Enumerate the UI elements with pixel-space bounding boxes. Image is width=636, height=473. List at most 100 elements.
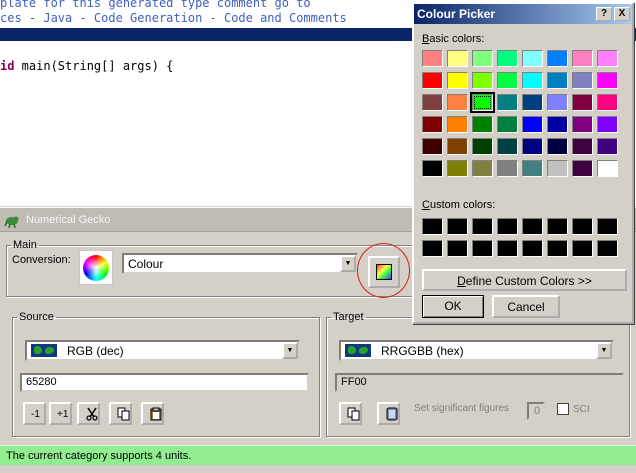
conversion-select[interactable]: Colour ▼ xyxy=(122,253,358,274)
colour-swatch[interactable] xyxy=(472,160,493,177)
colour-swatch[interactable] xyxy=(547,240,568,257)
colour-swatch[interactable] xyxy=(470,92,495,113)
colour-swatch[interactable] xyxy=(547,116,568,133)
help-button[interactable]: ? xyxy=(596,7,612,21)
colour-swatch[interactable] xyxy=(497,94,518,111)
colour-swatch[interactable] xyxy=(522,160,543,177)
colour-swatch[interactable] xyxy=(597,116,618,133)
colour-swatch[interactable] xyxy=(572,160,593,177)
target-value-output: FF00 xyxy=(335,373,624,392)
code-line: id main(String[] args) { xyxy=(0,59,173,73)
source-unit-select[interactable]: RGB (dec) ▼ xyxy=(25,340,300,361)
decrement-button[interactable]: -1 xyxy=(23,402,46,425)
colour-swatch[interactable] xyxy=(447,116,468,133)
target-unit-select[interactable]: RRGGBB (hex) ▼ xyxy=(339,340,614,361)
colour-swatch[interactable] xyxy=(547,50,568,67)
basic-colors-grid xyxy=(422,50,622,182)
status-bar: The current category supports 4 units. xyxy=(0,445,636,465)
colour-swatch[interactable] xyxy=(422,94,443,111)
colour-swatch[interactable] xyxy=(597,240,618,257)
cancel-button[interactable]: Cancel xyxy=(492,295,560,318)
colour-swatch[interactable] xyxy=(497,138,518,155)
colour-swatch[interactable] xyxy=(572,240,593,257)
world-map-icon xyxy=(345,344,371,357)
ok-button[interactable]: OK xyxy=(422,295,484,318)
colour-swatch[interactable] xyxy=(472,138,493,155)
colour-swatch[interactable] xyxy=(522,116,543,133)
custom-colors-grid xyxy=(422,218,622,262)
chevron-down-icon[interactable]: ▼ xyxy=(596,342,612,359)
colour-swatch[interactable] xyxy=(472,240,493,257)
scissors-icon xyxy=(86,407,98,421)
define-custom-colors-button[interactable]: Define Custom Colors >> xyxy=(422,269,627,291)
source-value-input[interactable]: 65280 xyxy=(20,373,309,392)
code-comment-line: plate for this generated type comment go… xyxy=(0,0,311,10)
colour-swatch[interactable] xyxy=(522,72,543,89)
chevron-down-icon[interactable]: ▼ xyxy=(282,342,298,359)
colour-swatch[interactable] xyxy=(472,116,493,133)
colour-swatch[interactable] xyxy=(472,50,493,67)
colour-swatch[interactable] xyxy=(447,94,468,111)
colour-swatch[interactable] xyxy=(522,218,543,235)
colour-swatch[interactable] xyxy=(547,72,568,89)
colour-swatch[interactable] xyxy=(447,138,468,155)
source-legend: Source xyxy=(19,311,54,323)
colour-swatch[interactable] xyxy=(572,116,593,133)
paste-button[interactable] xyxy=(141,402,164,425)
significant-figures-input[interactable]: 0 xyxy=(527,402,545,420)
colour-swatch[interactable] xyxy=(472,72,493,89)
colour-swatch[interactable] xyxy=(522,94,543,111)
close-button[interactable]: X xyxy=(614,7,630,21)
colour-swatch[interactable] xyxy=(497,50,518,67)
increment-button[interactable]: +1 xyxy=(49,402,72,425)
colour-swatch[interactable] xyxy=(497,72,518,89)
colour-swatch[interactable] xyxy=(497,160,518,177)
colour-swatch[interactable] xyxy=(547,218,568,235)
colour-swatch[interactable] xyxy=(522,138,543,155)
target-copy-button[interactable] xyxy=(339,402,362,425)
colour-swatch[interactable] xyxy=(497,218,518,235)
conversion-label: Conversion: xyxy=(12,254,71,266)
colour-swatch[interactable] xyxy=(597,72,618,89)
colour-swatch[interactable] xyxy=(447,218,468,235)
dialog-title-bar[interactable]: Colour Picker ? X xyxy=(414,4,632,24)
code-text: main(String[] args) { xyxy=(14,59,174,73)
format-icon xyxy=(386,407,398,421)
colour-swatch[interactable] xyxy=(497,240,518,257)
colour-swatch[interactable] xyxy=(422,116,443,133)
colour-swatch[interactable] xyxy=(572,138,593,155)
colour-swatch[interactable] xyxy=(447,160,468,177)
colour-swatch[interactable] xyxy=(447,240,468,257)
colour-swatch[interactable] xyxy=(597,218,618,235)
colour-swatch[interactable] xyxy=(597,160,618,177)
chevron-down-icon[interactable]: ▼ xyxy=(340,255,356,272)
colour-swatch[interactable] xyxy=(522,240,543,257)
colour-swatch[interactable] xyxy=(572,218,593,235)
colour-swatch[interactable] xyxy=(422,138,443,155)
sci-checkbox[interactable] xyxy=(557,403,569,415)
colour-swatch[interactable] xyxy=(422,240,443,257)
colour-swatch[interactable] xyxy=(422,72,443,89)
colour-swatch[interactable] xyxy=(572,72,593,89)
colour-swatch[interactable] xyxy=(422,160,443,177)
colour-swatch[interactable] xyxy=(422,218,443,235)
open-colour-picker-button[interactable] xyxy=(368,256,400,288)
colour-swatch[interactable] xyxy=(547,94,568,111)
target-format-button[interactable] xyxy=(377,402,400,425)
colour-swatch[interactable] xyxy=(597,138,618,155)
colour-swatch[interactable] xyxy=(597,94,618,111)
colour-swatch[interactable] xyxy=(597,50,618,67)
copy-icon xyxy=(347,407,360,421)
colour-swatch[interactable] xyxy=(447,50,468,67)
colour-swatch[interactable] xyxy=(547,160,568,177)
cut-button[interactable] xyxy=(77,402,100,425)
colour-swatch[interactable] xyxy=(572,50,593,67)
colour-swatch[interactable] xyxy=(447,72,468,89)
colour-swatch[interactable] xyxy=(422,50,443,67)
colour-swatch[interactable] xyxy=(497,116,518,133)
colour-swatch[interactable] xyxy=(522,50,543,67)
colour-swatch[interactable] xyxy=(547,138,568,155)
copy-button[interactable] xyxy=(109,402,132,425)
colour-swatch[interactable] xyxy=(472,218,493,235)
colour-swatch[interactable] xyxy=(572,94,593,111)
